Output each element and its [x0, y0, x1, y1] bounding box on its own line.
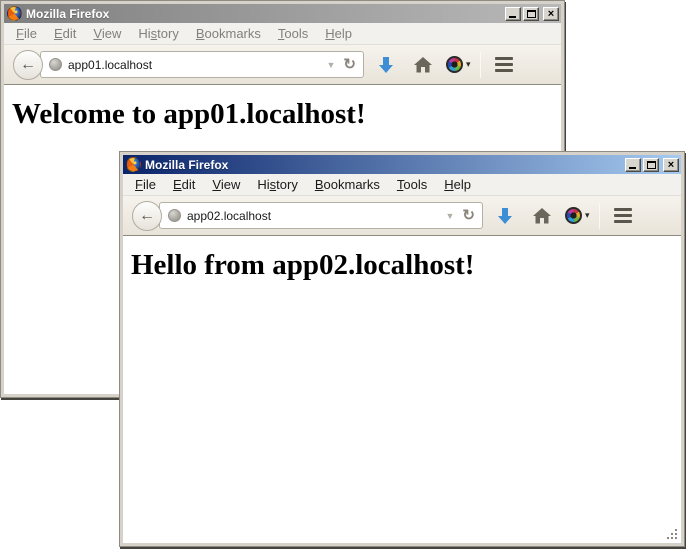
- color-wheel-icon: [565, 207, 582, 224]
- page-heading: Hello from app02.localhost!: [131, 249, 681, 282]
- hamburger-icon: [614, 208, 632, 223]
- menu-help[interactable]: Help: [442, 176, 473, 193]
- globe-icon: [49, 58, 62, 71]
- url-input[interactable]: [187, 209, 441, 223]
- page-heading: Welcome to app01.localhost!: [12, 98, 561, 131]
- downloads-button[interactable]: [370, 49, 402, 81]
- download-icon: [497, 207, 513, 225]
- maximize-button[interactable]: [643, 158, 659, 172]
- menu-tools[interactable]: Tools: [395, 176, 429, 193]
- home-button[interactable]: [526, 200, 558, 232]
- close-button[interactable]: ×: [543, 7, 559, 21]
- nav-toolbar: ← ▼ ↻ ▾: [4, 45, 561, 85]
- menu-edit[interactable]: Edit: [171, 176, 197, 193]
- open-menu-button[interactable]: [488, 49, 520, 81]
- menu-file[interactable]: File: [14, 25, 39, 42]
- downloads-button[interactable]: [489, 200, 521, 232]
- title-bar[interactable]: Mozilla Firefox ×: [123, 155, 681, 174]
- back-button[interactable]: ←: [132, 201, 162, 231]
- firefox-window-app02[interactable]: Mozilla Firefox × File Edit View History…: [119, 151, 685, 547]
- minimize-button[interactable]: [625, 158, 641, 172]
- minimize-icon: [629, 167, 636, 169]
- nav-toolbar: ← ▼ ↻ ▾: [123, 196, 681, 236]
- color-wheel-icon: [446, 56, 463, 73]
- menu-tools[interactable]: Tools: [276, 25, 310, 42]
- firefox-icon: [126, 157, 141, 172]
- page-content-app02: Hello from app02.localhost!: [123, 236, 681, 543]
- resize-grip[interactable]: [665, 527, 679, 541]
- menu-bookmarks[interactable]: Bookmarks: [194, 25, 263, 42]
- extension-button[interactable]: ▾: [446, 56, 471, 73]
- menu-view[interactable]: View: [210, 176, 242, 193]
- url-bar[interactable]: ▼ ↻: [159, 202, 483, 229]
- download-icon: [378, 56, 394, 74]
- chevron-down-icon: ▾: [466, 59, 471, 70]
- menu-bar: File Edit View History Bookmarks Tools H…: [123, 174, 681, 196]
- firefox-icon: [7, 6, 22, 21]
- menu-help[interactable]: Help: [323, 25, 354, 42]
- window-title: Mozilla Firefox: [145, 158, 625, 172]
- maximize-icon: [527, 10, 536, 18]
- urlbar-dropdown-icon[interactable]: ▼: [322, 60, 341, 70]
- window-title: Mozilla Firefox: [26, 7, 505, 21]
- url-input[interactable]: [68, 58, 322, 72]
- hamburger-icon: [495, 57, 513, 72]
- title-bar[interactable]: Mozilla Firefox ×: [4, 4, 561, 23]
- open-menu-button[interactable]: [607, 200, 639, 232]
- urlbar-dropdown-icon[interactable]: ▼: [441, 211, 460, 221]
- menu-edit[interactable]: Edit: [52, 25, 78, 42]
- extension-button[interactable]: ▾: [565, 207, 590, 224]
- toolbar-separator: [480, 52, 481, 78]
- chevron-down-icon: ▾: [585, 210, 590, 221]
- maximize-button[interactable]: [523, 7, 539, 21]
- close-button[interactable]: ×: [663, 158, 679, 172]
- minimize-icon: [509, 16, 516, 18]
- minimize-button[interactable]: [505, 7, 521, 21]
- home-button[interactable]: [407, 49, 439, 81]
- reload-icon[interactable]: ↻: [459, 208, 478, 223]
- menu-history[interactable]: History: [255, 176, 299, 193]
- home-icon: [533, 208, 551, 224]
- url-bar[interactable]: ▼ ↻: [40, 51, 364, 78]
- toolbar-separator: [599, 203, 600, 229]
- back-button[interactable]: ←: [13, 50, 43, 80]
- menu-file[interactable]: File: [133, 176, 158, 193]
- globe-icon: [168, 209, 181, 222]
- menu-history[interactable]: History: [136, 25, 180, 42]
- menu-view[interactable]: View: [91, 25, 123, 42]
- menu-bar: File Edit View History Bookmarks Tools H…: [4, 23, 561, 45]
- menu-bookmarks[interactable]: Bookmarks: [313, 176, 382, 193]
- maximize-icon: [647, 161, 656, 169]
- home-icon: [414, 57, 432, 73]
- reload-icon[interactable]: ↻: [340, 57, 359, 72]
